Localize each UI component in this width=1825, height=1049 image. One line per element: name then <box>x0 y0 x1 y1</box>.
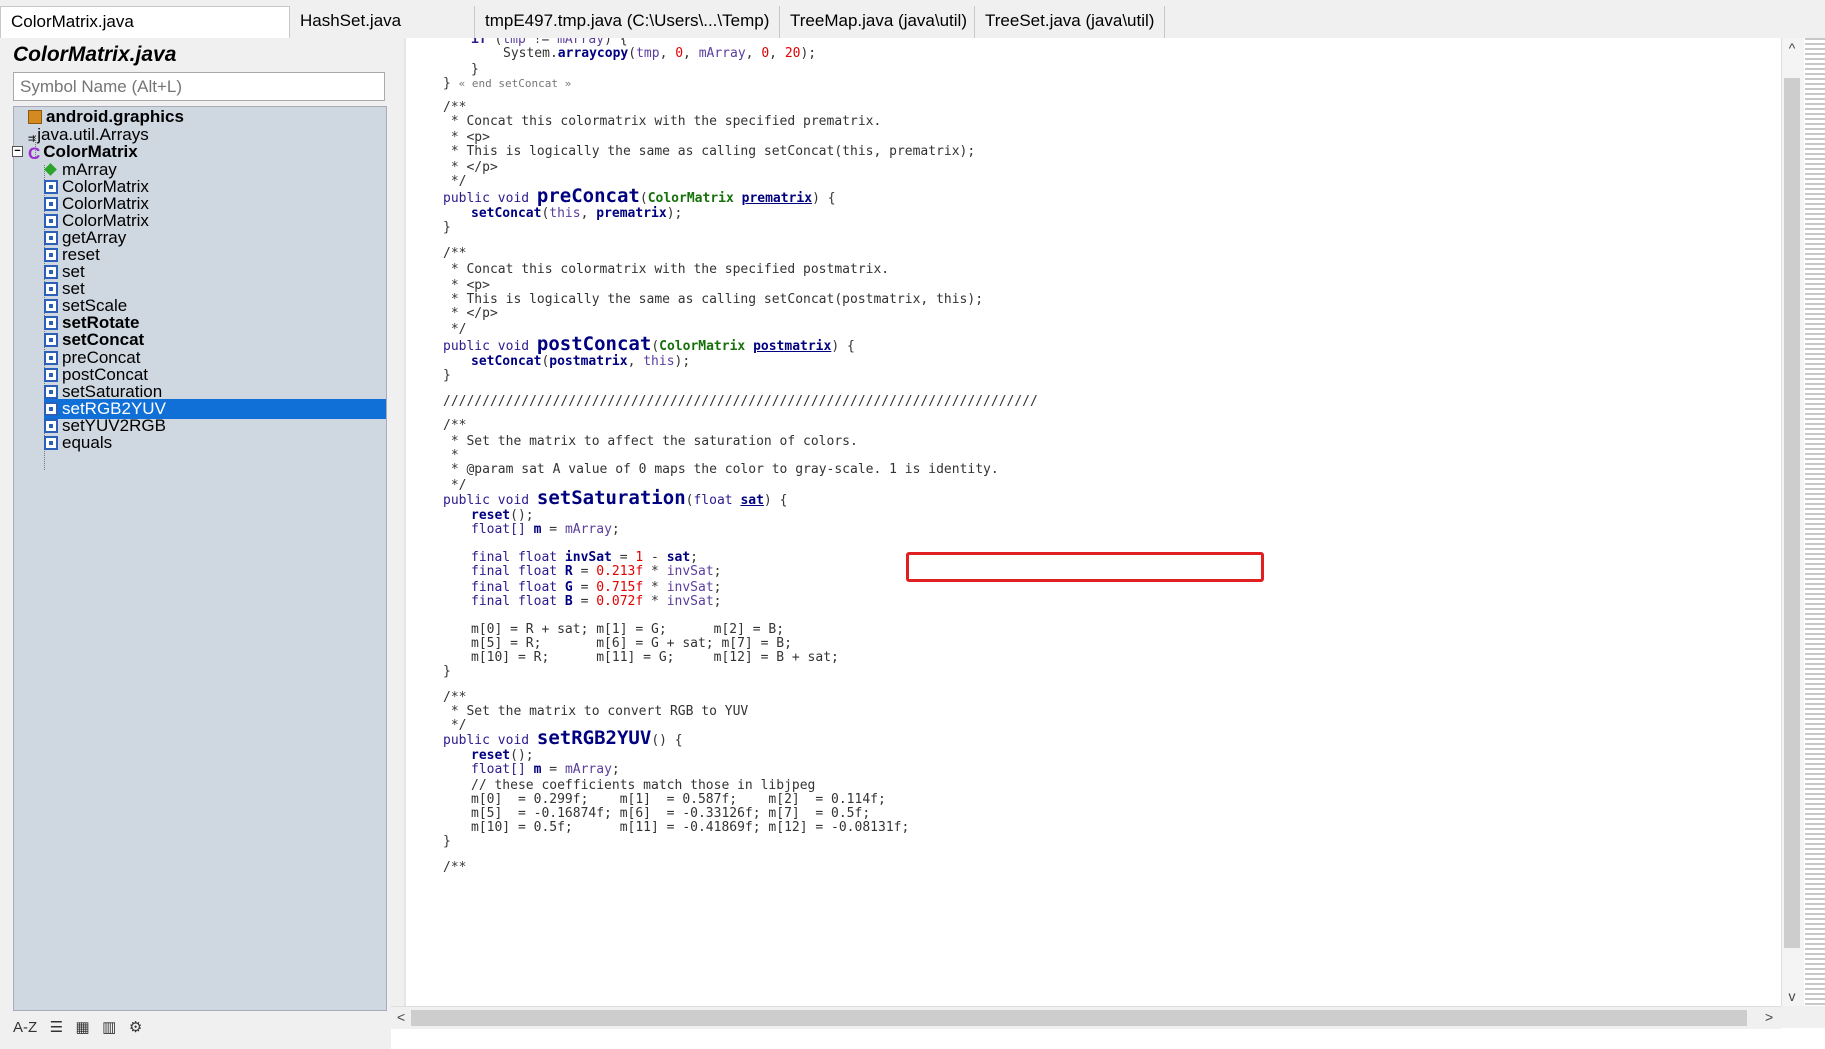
method-icon <box>44 419 58 433</box>
code-editor[interactable]: if (tmp != mArray) { System.arraycopy(tm… <box>391 38 1825 1049</box>
tree-item-label: android.graphics <box>46 107 184 126</box>
method-icon <box>44 385 58 399</box>
scroll-up-arrow[interactable]: ^ <box>1783 40 1801 56</box>
collapse-icon[interactable]: − <box>12 146 23 157</box>
editor-tab-bar: ColorMatrix.java (android\graphics)✖ Has… <box>0 0 1825 61</box>
tab-tmp-java[interactable]: tmpE497.tmp.java (C:\Users\...\Temp) <box>475 6 780 38</box>
tab-colormatrix-java[interactable]: ColorMatrix.java (android\graphics)✖ <box>0 6 290 61</box>
method-icon <box>44 436 58 450</box>
vertical-scroll-thumb[interactable] <box>1784 78 1800 948</box>
tree-item-member[interactable]: equals <box>44 433 112 453</box>
overview-ruler[interactable] <box>1805 38 1825 1006</box>
method-icon <box>44 299 58 313</box>
method-icon <box>44 333 58 347</box>
tab-treeset-java[interactable]: TreeSet.java (java\util) <box>975 6 1165 38</box>
gear-icon[interactable]: ⚙ <box>129 1018 142 1036</box>
method-icon <box>44 265 58 279</box>
sort-alpha-button[interactable]: A-Z <box>13 1019 37 1036</box>
method-icon <box>44 248 58 262</box>
class-icon: C <box>28 144 41 163</box>
tree-item-label: equals <box>62 433 113 452</box>
outline-toolbar: A-Z ☰ ▦ ▥ ⚙ <box>13 1018 150 1042</box>
import-icon: ⇉ <box>28 131 36 145</box>
method-icon <box>44 180 58 194</box>
scroll-right-arrow[interactable]: > <box>1765 1009 1773 1025</box>
method-icon <box>44 368 58 382</box>
symbol-search-input[interactable] <box>13 72 385 101</box>
horizontal-scroll-thumb[interactable] <box>411 1010 1747 1026</box>
categories-icon[interactable]: ▦ <box>76 1018 90 1036</box>
tree-item-package[interactable]: android.graphics <box>28 107 184 127</box>
outline-icon[interactable]: ☰ <box>50 1018 63 1036</box>
tab-hashset-java[interactable]: HashSet.java (java\util) <box>290 6 475 60</box>
code-area[interactable]: if (tmp != mArray) { System.arraycopy(tm… <box>391 38 1771 1006</box>
scroll-down-arrow[interactable]: v <box>1783 988 1801 1004</box>
method-icon <box>44 402 58 416</box>
method-icon <box>44 282 58 296</box>
symbol-tree[interactable]: android.graphics ⇉ java.util.Arrays − C Co… <box>12 106 387 1011</box>
tab-treemap-java[interactable]: TreeMap.java (java\util) <box>780 6 975 38</box>
book-icon[interactable]: ▥ <box>102 1018 116 1036</box>
method-icon <box>44 231 58 245</box>
tab-label: TreeMap.java (java\util) <box>790 11 967 30</box>
tree-item-label: ColorMatrix <box>43 142 138 161</box>
scroll-left-arrow[interactable]: < <box>397 1009 405 1025</box>
outline-file-title: ColorMatrix.java <box>13 43 177 66</box>
tree-item-label: setConcat <box>62 330 145 349</box>
method-icon <box>44 316 58 330</box>
tree-item-class[interactable]: − C ColorMatrix <box>12 142 138 163</box>
scroll-corner <box>1781 1006 1825 1028</box>
field-icon <box>44 163 58 177</box>
tree-item-member[interactable]: setConcat <box>44 330 144 350</box>
horizontal-scrollbar[interactable]: < > <box>391 1006 1781 1029</box>
highlight-annotation-box <box>906 552 1264 582</box>
tab-label: TreeSet.java (java\util) <box>985 11 1155 30</box>
outline-panel: ColorMatrix.java android.graphics ⇉java.… <box>0 38 391 1049</box>
method-icon <box>44 197 58 211</box>
method-icon <box>44 214 58 228</box>
method-icon <box>44 351 58 365</box>
package-icon <box>28 110 42 124</box>
tab-label: tmpE497.tmp.java (C:\Users\...\Temp) <box>485 11 770 30</box>
